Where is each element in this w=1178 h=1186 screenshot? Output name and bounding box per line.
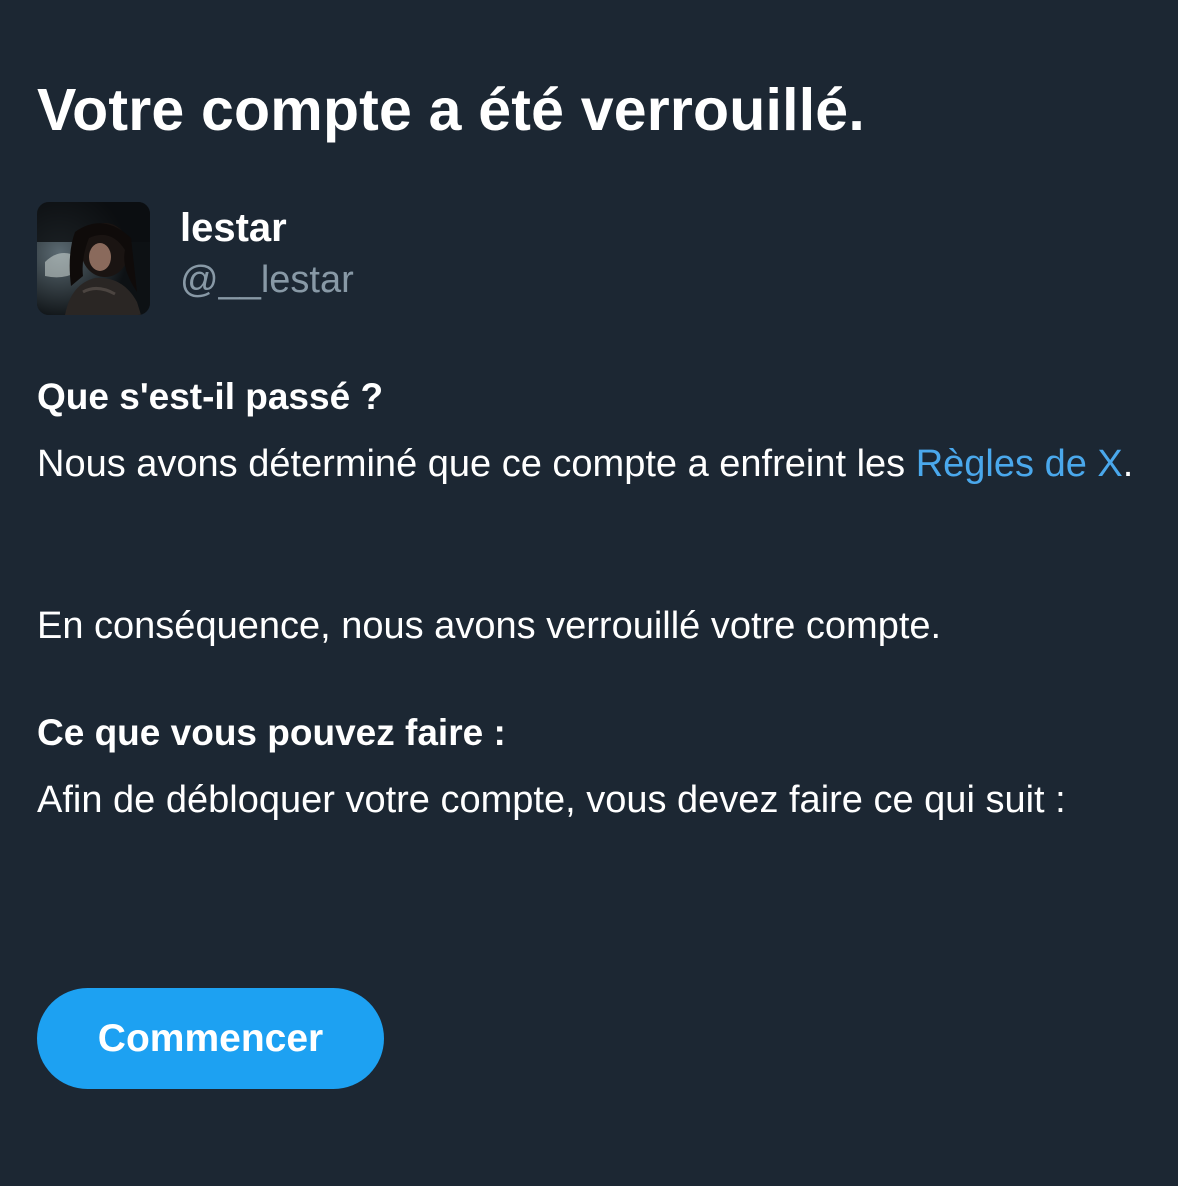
start-button[interactable]: Commencer: [37, 988, 384, 1089]
what-you-can-do-heading: Ce que vous pouvez faire :: [37, 712, 506, 753]
violation-paragraph: Nous avons déterminé que ce compte a enf…: [37, 437, 1147, 491]
violation-text-end: .: [1122, 443, 1134, 485]
avatar-photo-icon: [37, 202, 150, 315]
display-name: lestar: [180, 206, 287, 250]
username-handle: @__lestar: [180, 259, 354, 301]
avatar: [37, 202, 150, 315]
x-rules-link[interactable]: Règles de X: [916, 443, 1123, 485]
account-profile: lestar @__lestar: [37, 202, 637, 316]
what-happened-heading: Que s'est-il passé ?: [37, 376, 384, 417]
instructions-text: Afin de débloquer votre compte, vous dev…: [37, 779, 1066, 821]
violation-text: Nous avons déterminé que ce compte a enf…: [37, 443, 916, 485]
page-title: Votre compte a été verrouillé.: [37, 77, 865, 143]
consequence-text: En conséquence, nous avons verrouillé vo…: [37, 605, 942, 647]
